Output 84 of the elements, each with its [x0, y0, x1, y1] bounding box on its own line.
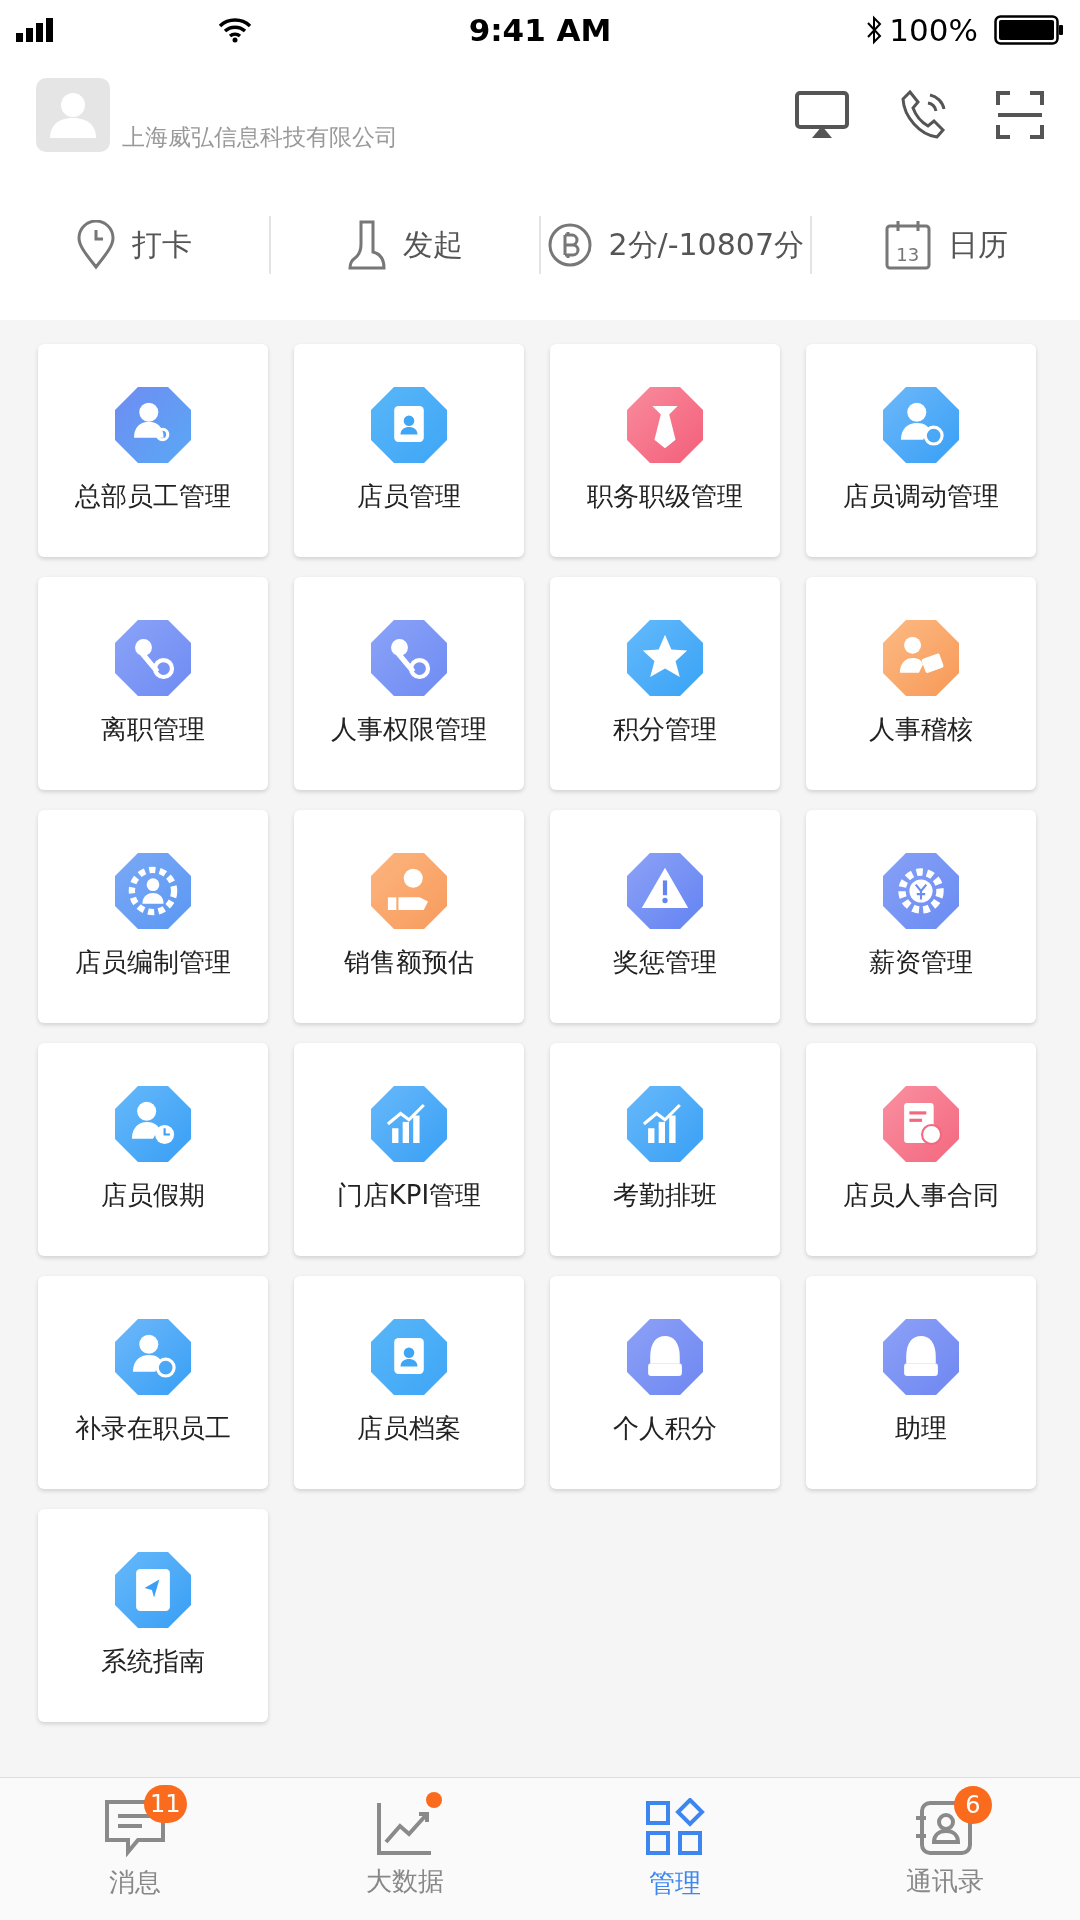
module-card[interactable]: 人事权限管理 [294, 577, 524, 790]
module-label: 人事权限管理 [331, 713, 487, 746]
module-icon [115, 620, 191, 696]
screen-cast-icon[interactable] [794, 90, 850, 140]
module-label: 门店KPI管理 [336, 1179, 482, 1212]
module-icon [115, 853, 191, 929]
module-label: 店员管理 [357, 480, 461, 513]
count-badge: 6 [954, 1785, 992, 1824]
bluetooth-icon [865, 15, 884, 45]
module-card[interactable]: 人事稽核 [806, 577, 1036, 790]
module-icon [371, 853, 447, 929]
module-icon [627, 853, 703, 929]
module-label: 人事稽核 [869, 713, 973, 746]
module-card[interactable]: 补录在职员工 [38, 1276, 268, 1489]
module-icon [883, 1319, 959, 1395]
module-card[interactable]: 薪资管理 [806, 810, 1036, 1023]
module-label: 薪资管理 [869, 946, 973, 979]
coin-icon [546, 222, 593, 268]
quick-action[interactable]: 发起 [402, 224, 463, 266]
module-icon [883, 1086, 959, 1162]
module-label: 总部员工管理 [75, 480, 231, 513]
calendar-day: 13 [896, 244, 920, 265]
module-card[interactable]: 奖惩管理 [550, 810, 780, 1023]
module-icon [627, 1319, 703, 1395]
module-card[interactable]: 门店KPI管理 [294, 1043, 524, 1256]
module-card[interactable]: 助理 [806, 1276, 1036, 1489]
module-card[interactable]: 离职管理 [38, 577, 268, 790]
company-name: 上海威弘信息科技有限公司 [122, 122, 398, 152]
grid-icon [645, 1797, 705, 1858]
module-card[interactable]: 店员编制管理 [38, 810, 268, 1023]
wifi-icon [218, 17, 252, 43]
module-card[interactable]: 职务职级管理 [550, 344, 780, 557]
module-label: 离职管理 [101, 713, 205, 746]
location-pin-icon [76, 220, 117, 270]
module-icon [371, 387, 447, 463]
module-icon [115, 387, 191, 463]
calendar-icon [883, 219, 932, 271]
module-card[interactable]: 店员档案 [294, 1276, 524, 1489]
module-icon [115, 1086, 191, 1162]
module-icon [627, 620, 703, 696]
module-label: 积分管理 [613, 713, 717, 746]
battery-icon [994, 15, 1064, 45]
module-label: 店员档案 [357, 1412, 461, 1445]
module-label: 职务职级管理 [587, 480, 743, 513]
module-icon [371, 1319, 447, 1395]
module-card[interactable]: 积分管理 [550, 577, 780, 790]
module-label: 店员编制管理 [75, 946, 231, 979]
module-icon [371, 1086, 447, 1162]
quick-action[interactable]: 打卡 [132, 224, 193, 266]
module-icon [627, 387, 703, 463]
module-icon [883, 387, 959, 463]
module-label: 店员人事合同 [843, 1179, 999, 1212]
module-label: 考勤排班 [613, 1179, 717, 1212]
module-label: 补录在职员工 [75, 1412, 231, 1445]
module-card[interactable]: 店员管理 [294, 344, 524, 557]
module-card[interactable]: 店员调动管理 [806, 344, 1036, 557]
module-icon [627, 1086, 703, 1162]
scan-icon[interactable] [996, 91, 1044, 139]
battery-percent: 100% [889, 12, 978, 48]
count-badge: 11 [144, 1784, 187, 1823]
module-icon [883, 620, 959, 696]
module-label: 个人积分 [613, 1412, 717, 1445]
module-label: 奖惩管理 [613, 946, 717, 979]
module-card[interactable]: 总部员工管理 [38, 344, 268, 557]
module-card[interactable]: 个人积分 [550, 1276, 780, 1489]
module-icon [115, 1319, 191, 1395]
module-card[interactable]: 店员假期 [38, 1043, 268, 1256]
module-icon [115, 1552, 191, 1628]
module-label: 系统指南 [101, 1645, 205, 1678]
module-card[interactable]: 考勤排班 [550, 1043, 780, 1256]
quick-action[interactable]: 日历 [947, 224, 1008, 266]
status-time: 9:41 AM [468, 12, 612, 48]
quick-action[interactable]: 2分/-10807分 [608, 224, 804, 266]
module-label: 销售额预估 [344, 946, 474, 979]
module-label: 店员假期 [101, 1179, 205, 1212]
phone-icon[interactable] [900, 89, 946, 141]
module-label: 店员调动管理 [843, 480, 999, 513]
module-label: 助理 [895, 1412, 947, 1445]
module-card[interactable]: 系统指南 [38, 1509, 268, 1722]
module-icon [883, 853, 959, 929]
module-card[interactable]: 销售额预估 [294, 810, 524, 1023]
signal-icon [16, 18, 56, 42]
module-icon [371, 620, 447, 696]
module-card[interactable]: 店员人事合同 [806, 1043, 1036, 1256]
